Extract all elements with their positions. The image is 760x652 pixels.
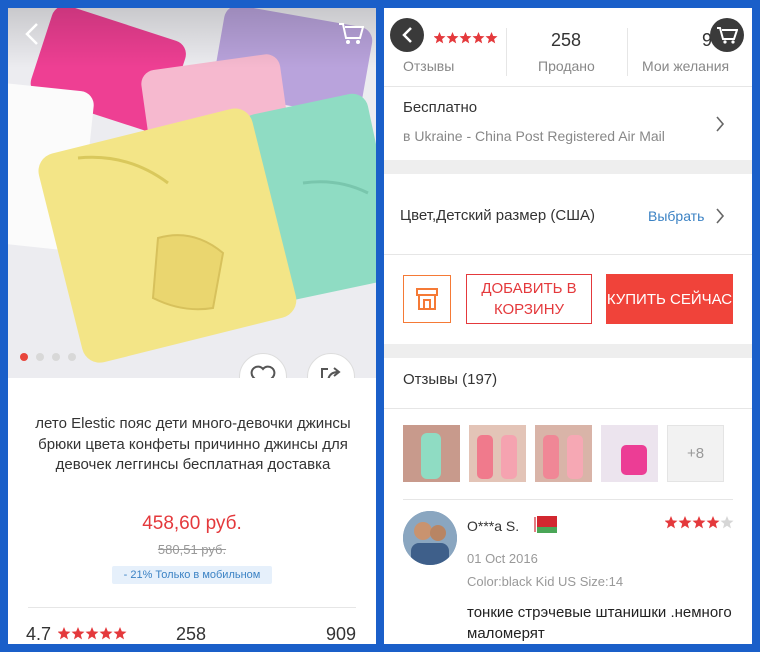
review-attributes: Color:black Kid US Size:14 (467, 574, 624, 589)
review-photo-image (535, 425, 592, 482)
sold-count: 258 (176, 624, 207, 644)
product-panel-left: лето Elestic пояс дети много-девочки джи… (8, 8, 376, 644)
product-price: 458,60 руб. (142, 513, 242, 534)
review-photos: +8 (403, 425, 724, 482)
more-photos-button[interactable]: +8 (667, 425, 724, 482)
review-photo-image (469, 425, 526, 482)
divider (384, 408, 752, 409)
reviewer-name: O***a S. (467, 518, 520, 534)
belarus-flag-icon (533, 516, 557, 533)
chevron-right-icon (716, 208, 725, 224)
review-photo-thumb[interactable] (601, 425, 658, 482)
carousel-dot[interactable] (20, 353, 28, 361)
product-title: лето Elestic пояс дети много-девочки джи… (35, 415, 351, 473)
rating-stars-icon (57, 627, 127, 640)
section-gap (384, 344, 752, 358)
review-photo-thumb[interactable] (469, 425, 526, 482)
carousel-dot[interactable] (68, 353, 76, 361)
wishlist-count: 909 (326, 624, 357, 644)
carousel-dot[interactable] (52, 353, 60, 361)
divider (384, 86, 752, 87)
carousel-dot[interactable] (36, 353, 44, 361)
image-top-gradient (8, 8, 376, 68)
rating-value: 4.7 (26, 624, 128, 644)
stat-label: Мои желания (642, 58, 730, 74)
stat-label: Отзывы (403, 58, 455, 74)
stat-label: Продано (538, 58, 595, 74)
rating-stars-icon (434, 32, 498, 44)
cart-icon (717, 27, 738, 44)
divider (28, 607, 356, 608)
shipping-title: Бесплатно (403, 99, 478, 116)
back-icon[interactable] (22, 22, 44, 46)
store-button[interactable] (403, 275, 451, 323)
review-date: 01 Oct 2016 (467, 551, 538, 566)
section-gap (384, 160, 752, 174)
product-panel-right: Отзывы 258 Продано 9 Мои желания Бесплат… (384, 8, 752, 644)
product-image[interactable] (8, 8, 376, 378)
mobile-discount-badge: - 21% Только в мобильном (112, 566, 272, 584)
option-label: Цвет,Детский размер (США) (400, 207, 595, 224)
buy-now-button[interactable]: КУПИТЬ СЕЙЧАС (606, 274, 733, 324)
review-photo-image (601, 425, 658, 482)
review-photo-thumb[interactable] (535, 425, 592, 482)
avatar (403, 511, 457, 565)
stat-sold: 258 Продано (507, 8, 627, 86)
divider (384, 254, 752, 255)
product-old-price: 580,51 руб. (157, 542, 227, 557)
heart-icon (250, 365, 276, 378)
carousel-dots (20, 353, 76, 361)
cart-icon[interactable] (338, 20, 364, 46)
share-icon (321, 367, 341, 378)
store-icon (416, 288, 438, 310)
avatar-image (403, 511, 457, 565)
stats-row: Отзывы 258 Продано 9 Мои желания (384, 8, 752, 86)
choose-link[interactable]: Выбрать (648, 208, 704, 224)
review-stars-icon (665, 516, 734, 529)
chevron-right-icon (716, 116, 725, 132)
add-to-cart-button[interactable]: ДОБАВИТЬ В КОРЗИНУ (466, 274, 592, 324)
cart-button[interactable] (710, 18, 744, 52)
review-text: тонкие стрэчевые штанишки .немного малом… (467, 604, 732, 642)
reviews-header[interactable]: Отзывы (197) (403, 371, 497, 388)
divider (403, 499, 733, 500)
review-photo-thumb[interactable] (403, 425, 460, 482)
review-photo-image (403, 425, 460, 482)
shipping-detail: в Ukraine - China Post Registered Air Ma… (403, 128, 665, 144)
stat-value: 258 (551, 30, 582, 50)
back-icon (402, 27, 412, 43)
back-button[interactable] (390, 18, 424, 52)
